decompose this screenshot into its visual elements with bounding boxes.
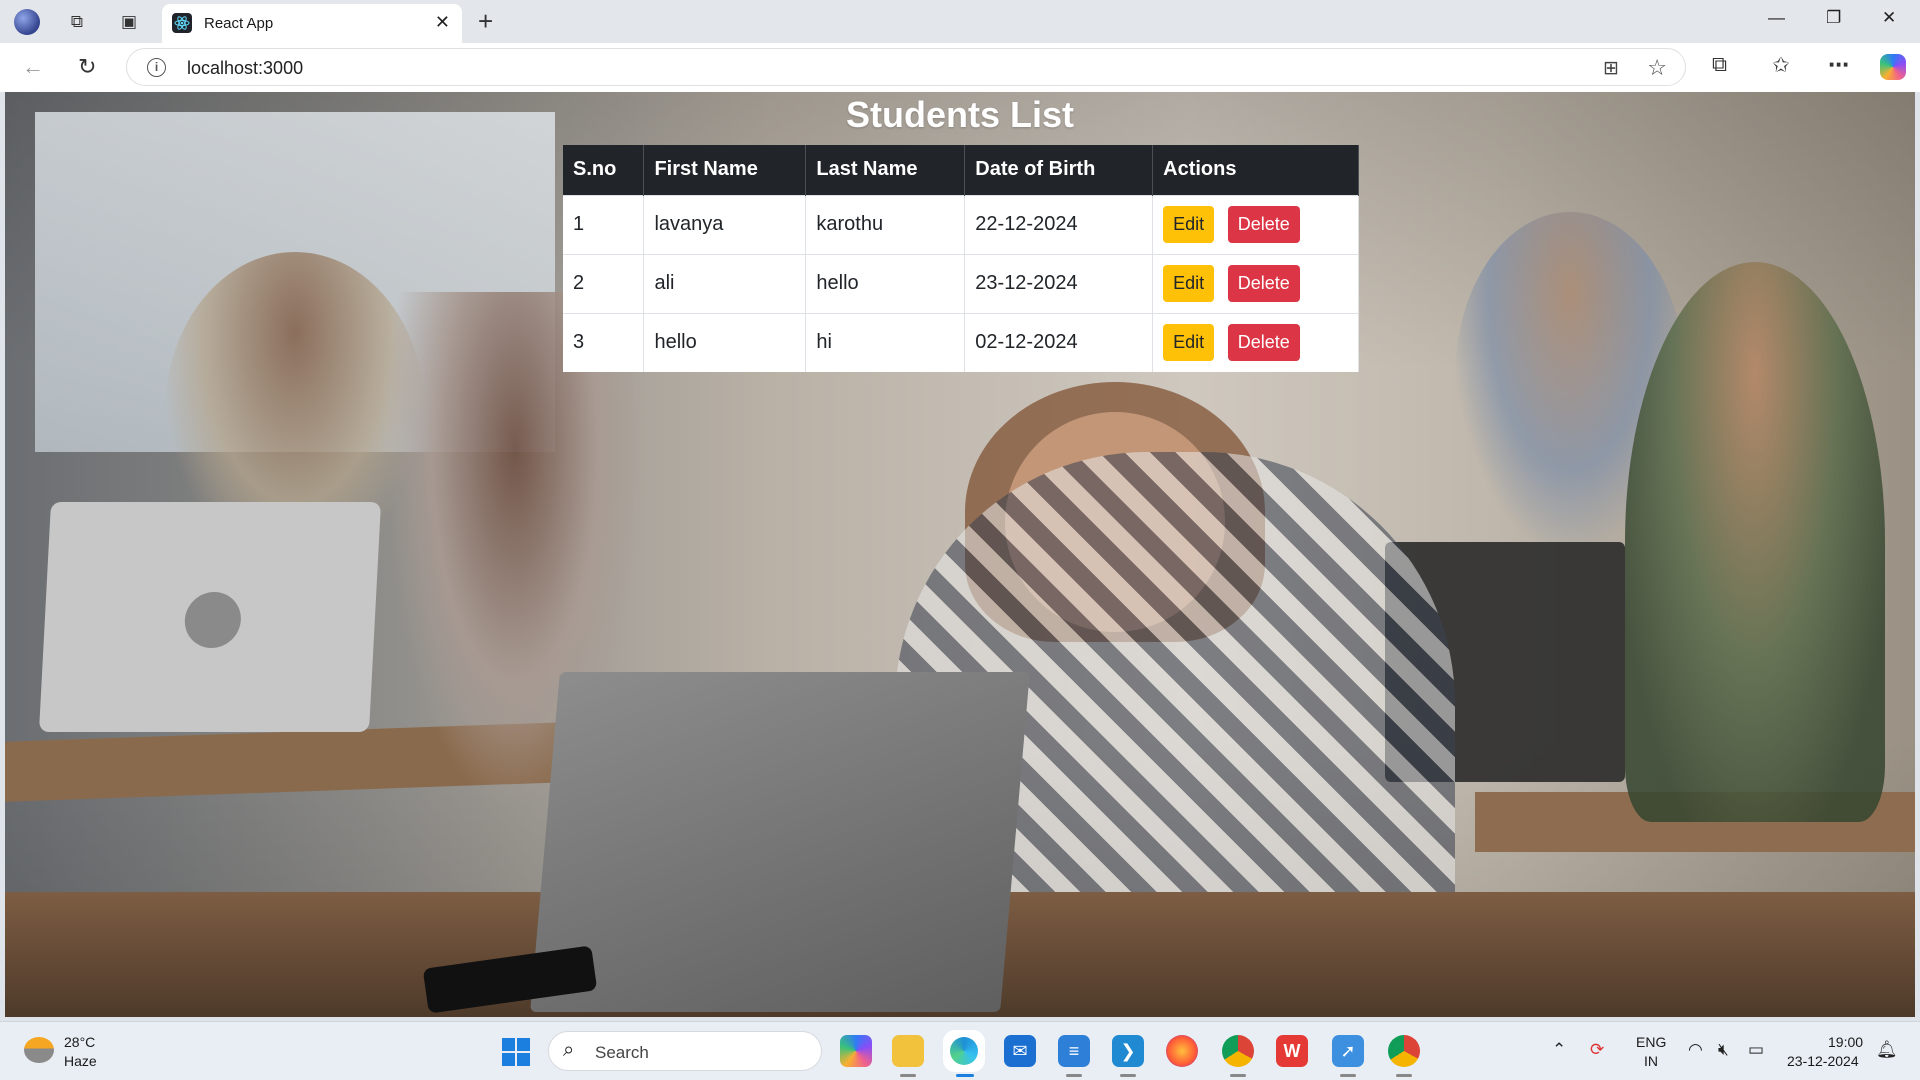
back-arrow-icon[interactable]: ← [22,54,44,80]
search-icon: ⌕ [563,1039,575,1061]
cell-sno: 3 [563,312,645,372]
taskbar-search[interactable]: ⌕ Search [548,1031,822,1071]
column-header-actions: Actions [1152,145,1359,195]
page-viewport: Students List S.no First Name Last Name … [5,92,1915,1017]
tab-title: React App [204,15,274,32]
browser-tab[interactable]: React App ✕ [162,4,462,43]
clock-time[interactable]: 19:00 [1828,1034,1863,1050]
cell-actions: Edit Delete [1152,194,1359,254]
restore-icon[interactable]: ❐ [1826,8,1841,28]
weather-temperature[interactable]: 28°C [64,1034,95,1050]
column-header-last-name: Last Name [805,145,966,195]
tab-close-icon[interactable]: ✕ [435,12,450,33]
table-row: 3 hello hi 02-12-2024 Edit Delete [563,312,1359,372]
file-explorer-icon[interactable] [892,1035,924,1067]
cell-last-name: karothu [805,194,966,254]
column-header-sno: S.no [563,145,645,195]
input-region[interactable]: IN [1644,1053,1658,1069]
windows-start-icon[interactable] [502,1038,530,1066]
window-close-icon[interactable]: ✕ [1882,8,1896,28]
battery-icon[interactable]: ▭ [1748,1040,1764,1060]
site-info-icon[interactable]: i [147,58,166,77]
table-header-row: S.no First Name Last Name Date of Birth … [563,145,1359,195]
cell-actions: Edit Delete [1152,312,1359,372]
app-available-icon[interactable]: ⊞ [1603,57,1619,80]
chrome-icon[interactable] [1388,1035,1420,1067]
react-logo-icon [172,13,192,33]
input-language[interactable]: ENG [1636,1034,1666,1050]
chrome-profile-icon[interactable] [1222,1035,1254,1067]
students-page: Students List S.no First Name Last Name … [5,92,1915,1017]
notepad-icon[interactable]: ≡ [1058,1035,1090,1067]
address-bar[interactable]: i localhost:3000 ⊞ ☆ [126,48,1686,86]
column-header-first-name: First Name [643,145,807,195]
extensions-icon[interactable]: ⧉ [1712,53,1727,77]
favorite-star-icon[interactable]: ☆ [1647,55,1667,81]
table-row: 1 lavanya karothu 22-12-2024 Edit Delete [563,194,1359,254]
cell-actions: Edit Delete [1152,253,1359,313]
tab-actions-icon[interactable]: ▣ [116,9,142,35]
table-row: 2 ali hello 23-12-2024 Edit Delete [563,253,1359,313]
delete-button[interactable]: Delete [1227,324,1300,362]
delete-button[interactable]: Delete [1227,206,1300,243]
edit-button[interactable]: Edit [1163,206,1215,243]
browser-tab-strip: ⧉ ▣ React App ✕ + — ❐ ✕ [0,0,1920,43]
copilot-app-icon[interactable] [840,1035,872,1067]
notification-bell-icon[interactable]: 🔔︎ [1876,1040,1898,1060]
weather-condition[interactable]: Haze [64,1053,97,1069]
minimize-icon[interactable]: — [1768,8,1785,28]
cell-dob: 02-12-2024 [964,312,1154,372]
search-placeholder: Search [595,1043,649,1062]
pinned-app-icon[interactable]: ➚ [1332,1035,1364,1067]
cell-last-name: hello [805,253,966,313]
weather-haze-icon[interactable] [24,1037,54,1063]
edit-button[interactable]: Edit [1163,265,1215,302]
cell-first-name: ali [643,253,807,313]
page-title: Students List [845,94,1074,135]
volume-muted-icon[interactable]: 🔇︎ [1718,1040,1729,1060]
profile-avatar-icon[interactable] [14,9,40,35]
cell-dob: 22-12-2024 [964,194,1154,254]
cell-sno: 2 [563,253,645,313]
reload-icon[interactable]: ↻ [78,54,96,80]
cell-dob: 23-12-2024 [964,253,1154,313]
cell-last-name: hi [805,312,966,372]
sync-icon[interactable]: ⟳ [1590,1040,1604,1060]
clock-date[interactable]: 23-12-2024 [1787,1053,1859,1069]
delete-button[interactable]: Delete [1227,265,1300,302]
edit-button[interactable]: Edit [1163,324,1215,362]
url-text[interactable]: localhost:3000 [187,58,303,79]
more-menu-icon[interactable]: ⋯ [1828,53,1849,78]
vscode-icon[interactable]: ❯ [1112,1035,1144,1067]
wifi-icon[interactable]: ◠ [1688,1040,1703,1060]
firefox-icon[interactable] [1166,1035,1198,1067]
cell-first-name: hello [643,312,807,372]
cell-sno: 1 [563,194,645,254]
workspaces-icon[interactable]: ⧉ [64,9,90,35]
windows-taskbar: 28°C Haze ⌕ Search ✉ ≡ ❯ W ➚ ⌃ ⟳ ENG IN … [0,1021,1920,1080]
new-tab-icon[interactable]: + [478,6,493,37]
wps-office-icon[interactable]: W [1276,1035,1308,1067]
edge-browser-icon[interactable] [948,1035,980,1067]
copilot-icon[interactable] [1880,54,1906,80]
cell-first-name: lavanya [643,194,807,254]
column-header-dob: Date of Birth [964,145,1154,195]
mail-icon[interactable]: ✉ [1004,1035,1036,1067]
show-hidden-icons-chevron-icon[interactable]: ⌃ [1552,1040,1566,1060]
favorites-icon[interactable]: ✩ [1772,53,1790,78]
students-table: S.no First Name Last Name Date of Birth … [563,145,1359,372]
browser-toolbar: ← ↻ i localhost:3000 ⊞ ☆ ⧉ ✩ ⋯ [0,43,1920,92]
